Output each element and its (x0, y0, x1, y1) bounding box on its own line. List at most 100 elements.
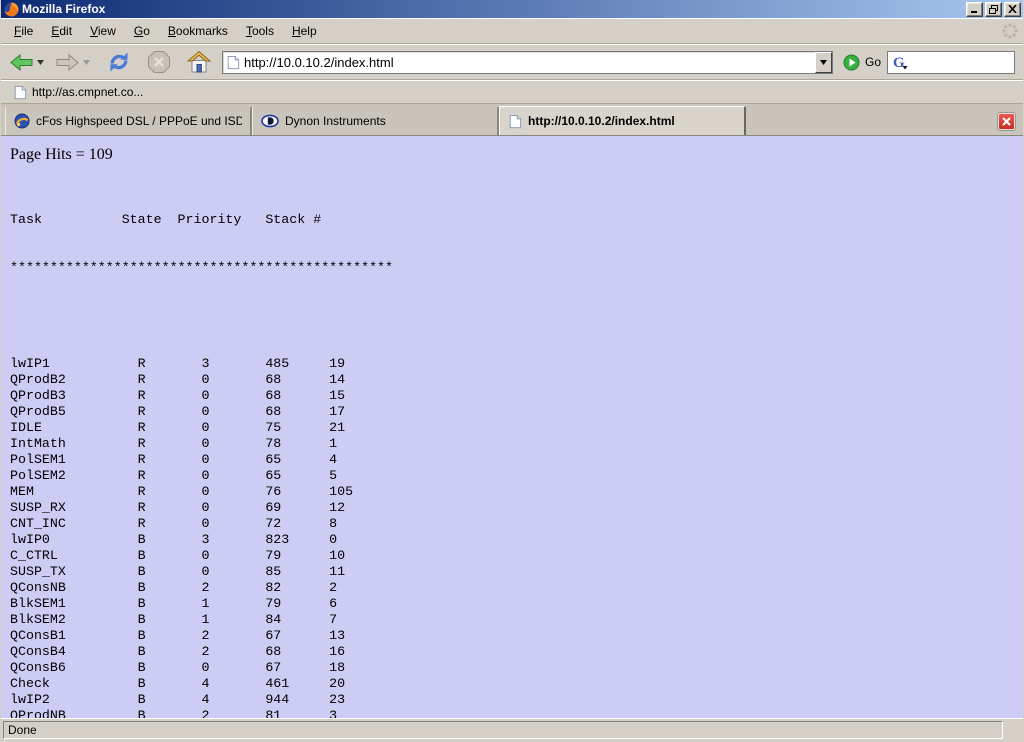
cell-stack: 823 (265, 532, 329, 548)
menu-item-go[interactable]: Go (125, 20, 159, 42)
cell-number: 18 (329, 660, 345, 676)
cell-state: R (138, 404, 202, 420)
cell-task: MEM (10, 484, 138, 500)
cell-priority: 2 (201, 708, 265, 718)
menu-item-view[interactable]: View (81, 20, 125, 42)
table-row: QConsNBB2822 (10, 580, 1023, 596)
cell-stack: 76 (265, 484, 329, 500)
back-dropdown-icon[interactable] (36, 60, 48, 65)
cell-state: B (138, 580, 202, 596)
table-row: C_CTRLB07910 (10, 548, 1023, 564)
table-row: MEMR076105 (10, 484, 1023, 500)
search-input[interactable] (912, 55, 1014, 69)
bookmark-label: http://as.cmpnet.co... (32, 85, 143, 99)
cell-stack: 72 (265, 516, 329, 532)
cell-number: 14 (329, 372, 345, 388)
tab-3-active[interactable]: http://10.0.10.2/index.html (499, 106, 746, 135)
document-icon (13, 85, 27, 100)
close-button[interactable] (1004, 2, 1021, 17)
menu-items: FileEditViewGoBookmarksToolsHelp (5, 20, 326, 42)
cell-state: B (138, 644, 202, 660)
cell-priority: 3 (201, 356, 265, 372)
cell-priority: 4 (201, 676, 265, 692)
cell-priority: 0 (201, 564, 265, 580)
cell-number: 13 (329, 628, 345, 644)
go-label: Go (865, 55, 881, 69)
cell-stack: 79 (265, 596, 329, 612)
home-button[interactable] (184, 48, 214, 76)
forward-dropdown-icon[interactable] (82, 60, 94, 65)
table-row: QConsB1B26713 (10, 628, 1023, 644)
stop-button[interactable] (144, 48, 174, 76)
cell-stack: 67 (265, 660, 329, 676)
cell-priority: 2 (201, 580, 265, 596)
cell-number: 3 (329, 708, 337, 718)
cell-task: QConsB1 (10, 628, 138, 644)
svg-text:G: G (893, 55, 905, 71)
page-icon (226, 55, 240, 70)
tab-2[interactable]: Dynon Instruments (252, 107, 499, 135)
cell-state: R (138, 452, 202, 468)
cell-priority: 0 (201, 404, 265, 420)
cell-task: QProdNB (10, 708, 138, 718)
cell-number: 2 (329, 580, 337, 596)
header-state: State (122, 212, 178, 228)
url-dropdown-button[interactable] (815, 52, 832, 73)
url-input[interactable] (244, 53, 815, 72)
menu-item-bookmarks[interactable]: Bookmarks (159, 20, 237, 42)
cell-stack: 81 (265, 708, 329, 718)
google-icon[interactable]: G (892, 54, 909, 71)
go-button[interactable]: Go (843, 54, 881, 71)
cell-task: CNT_INC (10, 516, 138, 532)
cell-state: R (138, 372, 202, 388)
cell-number: 10 (329, 548, 345, 564)
cell-task: PolSEM1 (10, 452, 138, 468)
navigation-toolbar: Go G (1, 44, 1023, 80)
url-bar[interactable] (222, 51, 833, 74)
minimize-button[interactable] (966, 2, 983, 17)
tab-bar: cFos Highspeed DSL / PPPoE und ISDN CAP.… (1, 104, 1023, 136)
cell-task: QConsB4 (10, 644, 138, 660)
cell-stack: 82 (265, 580, 329, 596)
cell-number: 4 (329, 452, 337, 468)
cell-task: BlkSEM1 (10, 596, 138, 612)
cell-priority: 4 (201, 692, 265, 708)
menu-item-tools[interactable]: Tools (237, 20, 283, 42)
throbber-icon (1001, 22, 1019, 40)
cell-stack: 75 (265, 420, 329, 436)
bookmark-item[interactable]: http://as.cmpnet.co... (7, 83, 149, 102)
menu-item-file[interactable]: File (5, 20, 42, 42)
cell-state: R (138, 500, 202, 516)
cell-task: Check (10, 676, 138, 692)
restore-button[interactable] (985, 2, 1002, 17)
back-button[interactable] (7, 52, 36, 73)
firefox-icon (4, 2, 19, 17)
cell-priority: 2 (201, 644, 265, 660)
cell-number: 12 (329, 500, 345, 516)
table-separator: ****************************************… (10, 260, 1023, 276)
cell-state: R (138, 484, 202, 500)
task-table: Task State Priority Stack # ************… (10, 180, 1023, 718)
cell-state: B (138, 596, 202, 612)
cell-state: B (138, 660, 202, 676)
close-tab-button[interactable] (998, 113, 1015, 130)
cell-priority: 0 (201, 420, 265, 436)
cell-priority: 1 (201, 612, 265, 628)
menu-item-help[interactable]: Help (283, 20, 326, 42)
cell-state: R (138, 436, 202, 452)
tab-label: Dynon Instruments (285, 114, 386, 128)
cell-priority: 0 (201, 548, 265, 564)
tab-1[interactable]: cFos Highspeed DSL / PPPoE und ISDN CAP.… (5, 107, 252, 135)
cell-priority: 0 (201, 484, 265, 500)
menu-item-edit[interactable]: Edit (42, 20, 81, 42)
cell-number: 6 (329, 596, 337, 612)
search-bar[interactable]: G (887, 51, 1015, 74)
title-bar: Mozilla Firefox (1, 0, 1023, 18)
table-row: lwIP0B38230 (10, 532, 1023, 548)
cell-task: QConsNB (10, 580, 138, 596)
forward-button[interactable] (53, 52, 82, 73)
page-content: Page Hits = 109 Task State Priority Stac… (1, 136, 1023, 718)
reload-button[interactable] (104, 48, 134, 76)
table-row: CheckB446120 (10, 676, 1023, 692)
cell-task: C_CTRL (10, 548, 138, 564)
